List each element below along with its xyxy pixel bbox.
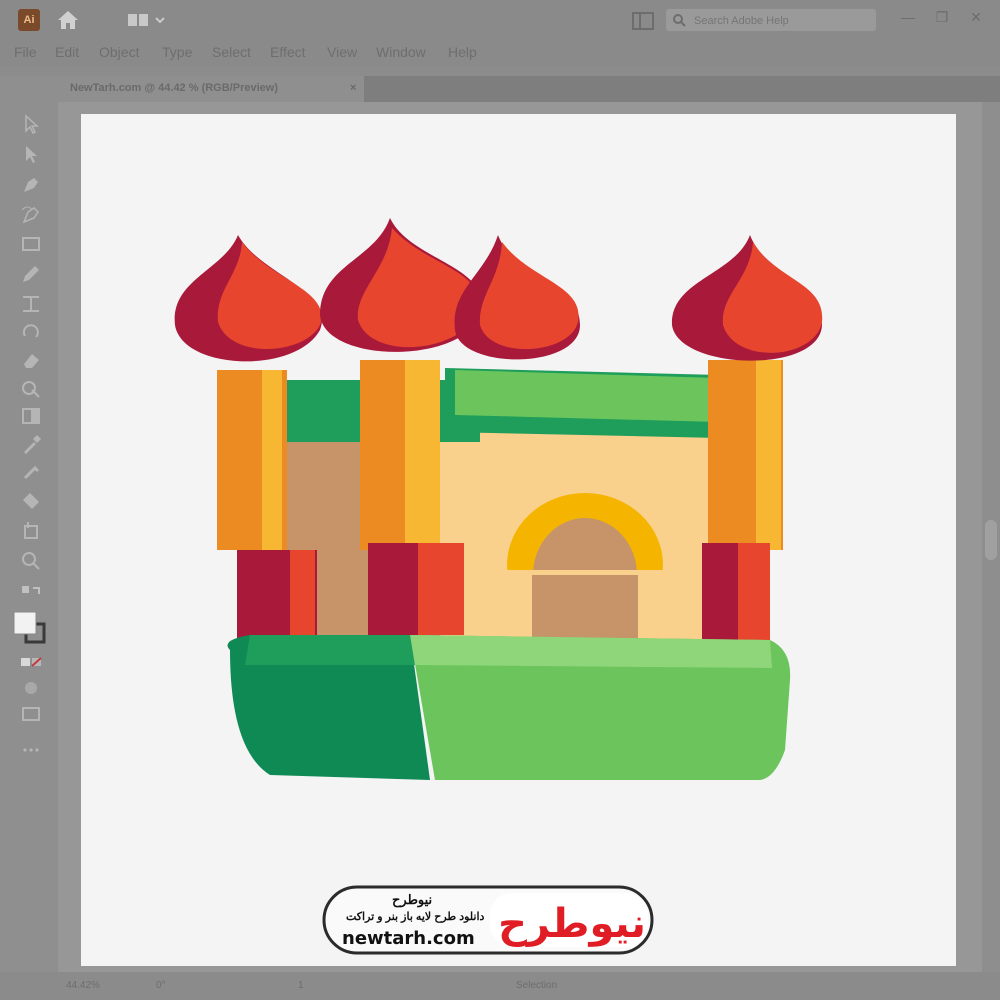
direct-selection-tool-icon[interactable] [20,144,42,164]
menu-object[interactable]: Object [99,44,139,60]
pen-tool-icon[interactable] [20,174,42,194]
document-tab-title: NewTarh.com @ 44.42 % (RGB/Preview) [70,82,278,94]
search-icon [673,14,686,27]
home-icon[interactable] [56,9,80,31]
artboard-tool-icon[interactable] [20,490,42,510]
rotation-view[interactable]: 0° [156,980,166,991]
gradient-tool-icon[interactable] [20,406,42,426]
width-tool-icon[interactable] [20,294,42,314]
search-input[interactable] [692,11,871,31]
eyedropper-tool-icon[interactable] [20,434,42,454]
artboard-number[interactable]: 1 [298,980,304,991]
shape-builder-icon[interactable] [20,378,42,398]
watermark-logo-text: نیوطرح [498,901,646,947]
menu-edit[interactable]: Edit [55,44,79,60]
eraser-tool-icon[interactable] [20,350,42,370]
dome-1 [174,235,322,362]
application-bar: Ai — ❐ ✕ [0,0,1000,40]
swap-colors-icon[interactable] [20,584,42,604]
zoom-tool-icon[interactable] [20,550,42,570]
curvature-tool-icon[interactable] [20,204,42,224]
zoom-level[interactable]: 44.42% [66,980,100,991]
menu-view[interactable]: View [327,44,357,60]
watermark-tagline: دانلود طرح لایه باز بنر و تراکت [346,911,485,923]
hand-tool-icon[interactable] [20,520,42,540]
watermark-name: نیوطرح [392,892,433,907]
bounce-castle-artwork[interactable] [160,210,840,790]
scrollbar-thumb[interactable] [985,520,997,560]
status-bar: 44.42% 0° 1 Selection [0,972,1000,1000]
minimize-button[interactable]: — [896,6,920,28]
menu-window[interactable]: Window [376,44,426,60]
draw-mode-icon[interactable] [20,678,42,698]
symbol-sprayer-icon[interactable] [20,462,42,482]
watermark-url: newtarh.com [342,928,475,949]
pencil-tool-icon[interactable] [20,264,42,284]
rotate-tool-icon[interactable] [20,322,42,342]
menu-select[interactable]: Select [212,44,251,60]
dome-4 [671,235,823,361]
fill-stroke-swatch[interactable] [12,610,48,646]
rectangle-tool-icon[interactable] [20,234,42,254]
color-mode-icon[interactable] [20,652,42,672]
menu-type[interactable]: Type [162,44,192,60]
restore-button[interactable]: ❐ [930,6,954,28]
menu-file[interactable]: File [14,44,37,60]
close-window-button[interactable]: ✕ [964,6,988,28]
document-tab[interactable]: NewTarh.com @ 44.42 % (RGB/Preview) × [58,76,364,102]
close-tab-icon[interactable]: × [350,82,356,94]
menu-bar: File Edit Object Type Select Effect View… [0,40,1000,66]
arrange-documents-icon[interactable] [632,12,654,30]
app-logo[interactable]: Ai [18,9,40,31]
search-field[interactable] [666,9,876,31]
edit-toolbar-icon[interactable] [20,740,42,760]
menu-help[interactable]: Help [448,44,477,60]
screen-mode-icon[interactable] [20,704,42,724]
control-bar [0,66,1000,76]
dome-3 [454,235,580,360]
current-tool: Selection [516,980,558,991]
tools-panel [8,104,52,784]
selection-tool-icon[interactable] [20,114,42,134]
menu-effect[interactable]: Effect [270,44,306,60]
workspace-switcher-icon[interactable] [126,12,166,28]
